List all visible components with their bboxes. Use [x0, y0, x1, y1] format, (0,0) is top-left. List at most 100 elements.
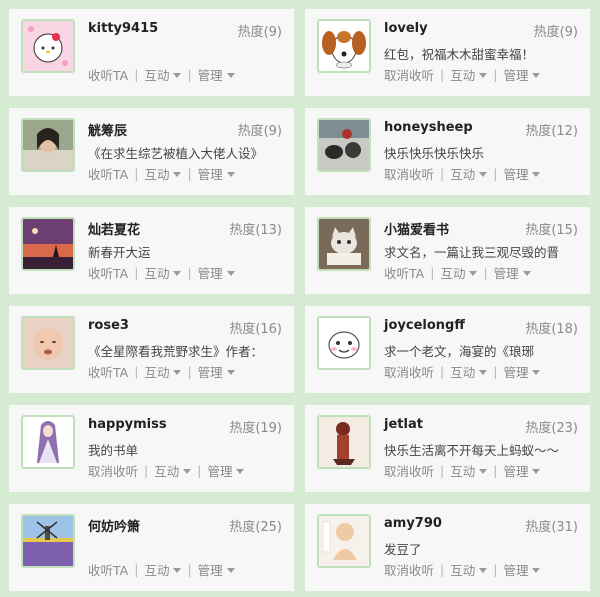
interact-dropdown[interactable]: 互动 [450, 461, 488, 480]
chevron-down-icon [532, 172, 541, 177]
manage-dropdown[interactable]: 管理 [198, 164, 235, 183]
interact-label: 互动 [450, 563, 476, 578]
username-link[interactable]: 小猫爱看书 [384, 219, 449, 238]
interact-label: 互动 [144, 167, 170, 182]
interact-dropdown[interactable]: 互动 [450, 362, 488, 381]
interact-dropdown[interactable]: 互动 [144, 65, 182, 84]
username-link[interactable]: kitty9415 [88, 21, 158, 36]
chevron-down-icon [532, 370, 541, 375]
follow-button[interactable]: 收听TA [88, 65, 128, 84]
user-card: jetlat 热度(23) 快乐生活离不开每天上蚂蚁～～ 取消收听 | 互动 |… [305, 405, 590, 492]
username-link[interactable]: amy790 [384, 516, 442, 531]
follow-button[interactable]: 收听TA [88, 263, 128, 282]
username-link[interactable]: rose3 [88, 318, 129, 333]
dog-photo-avatar [319, 120, 369, 170]
interact-dropdown[interactable]: 互动 [144, 263, 182, 282]
manage-dropdown[interactable]: 管理 [207, 461, 245, 480]
separator: | [493, 67, 498, 82]
interact-dropdown[interactable]: 互动 [154, 461, 192, 480]
username-link[interactable]: joycelongff [384, 318, 465, 333]
avatar[interactable] [21, 415, 75, 469]
signature-text: 新春开大运 [88, 245, 151, 260]
separator: | [493, 364, 498, 379]
manage-label: 管理 [197, 365, 223, 380]
interact-dropdown[interactable]: 互动 [440, 263, 478, 282]
avatar[interactable] [317, 415, 371, 469]
username-link[interactable]: honeysheep [384, 120, 473, 135]
follow-button[interactable]: 收听TA [88, 164, 128, 183]
username-link[interactable]: 觥筹辰 [88, 120, 127, 139]
avatar[interactable] [21, 514, 75, 568]
chevron-down-icon [183, 469, 192, 474]
avatar[interactable] [317, 19, 371, 73]
manage-dropdown[interactable]: 管理 [503, 560, 541, 579]
chevron-down-icon [173, 73, 182, 78]
interact-dropdown[interactable]: 互动 [144, 560, 182, 579]
interact-dropdown[interactable]: 互动 [450, 560, 488, 579]
interact-dropdown[interactable]: 互动 [144, 362, 182, 381]
username-link[interactable]: 灿若夏花 [88, 219, 140, 238]
manage-label: 管理 [197, 563, 223, 578]
follow-button[interactable]: 取消收听 [384, 65, 434, 84]
user-card: amy790 热度(31) 发豆了 取消收听 | 互动 | 管理 [305, 504, 590, 591]
follow-button[interactable]: 取消收听 [384, 362, 434, 381]
avatar[interactable] [317, 316, 371, 370]
action-bar: 取消收听 | 互动 | 管理 [384, 164, 541, 183]
manage-dropdown[interactable]: 管理 [198, 65, 235, 84]
user-card: happymiss 热度(19) 我的书单 取消收听 | 互动 | 管理 [9, 405, 294, 492]
avatar[interactable] [317, 118, 371, 172]
chevron-down-icon [173, 568, 182, 573]
chevron-down-icon [532, 73, 541, 78]
signature-text: 求文名，一篇让我三观尽毁的晋 [384, 245, 560, 260]
interact-dropdown[interactable]: 互动 [144, 164, 182, 183]
follow-button[interactable]: 收听TA [88, 362, 128, 381]
user-card: 灿若夏花 热度(13) 新春开大运 收听TA | 互动 | 管理 [9, 207, 294, 294]
action-bar: 收听TA | 互动 | 管理 [88, 65, 235, 84]
signature-text: 发豆了 [384, 542, 422, 557]
follow-button[interactable]: 取消收听 [384, 164, 434, 183]
follow-button[interactable]: 收听TA [88, 560, 128, 579]
separator: | [144, 463, 149, 478]
chevron-down-icon [532, 469, 541, 474]
action-bar: 取消收听 | 互动 | 管理 [88, 461, 245, 480]
heat-count: 热度(13) [229, 223, 282, 238]
interact-dropdown[interactable]: 互动 [450, 65, 488, 84]
chevron-down-icon [226, 73, 235, 78]
follow-button[interactable]: 取消收听 [384, 560, 434, 579]
interact-label: 互动 [144, 266, 170, 281]
manage-dropdown[interactable]: 管理 [503, 362, 541, 381]
username-link[interactable]: lovely [384, 21, 428, 36]
illustration-avatar [319, 417, 369, 467]
avatar[interactable] [317, 217, 371, 271]
interact-label: 互动 [450, 167, 476, 182]
separator: | [493, 463, 498, 478]
user-card-grid: kitty9415 热度(9) 收听TA | 互动 | 管理 lovely 热度… [9, 9, 590, 591]
follow-button[interactable]: 收听TA [384, 263, 424, 282]
separator: | [187, 67, 192, 82]
action-bar: 收听TA | 互动 | 管理 [88, 263, 235, 282]
username-link[interactable]: jetlat [384, 417, 423, 432]
avatar[interactable] [21, 19, 75, 73]
username-link[interactable]: 何妨吟箫 [88, 516, 140, 535]
manage-dropdown[interactable]: 管理 [494, 263, 531, 282]
user-card: joycelongff 热度(18) 求一个老文，海宴的《琅琊 取消收听 | 互… [305, 306, 590, 393]
follow-button[interactable]: 取消收听 [88, 461, 138, 480]
avatar[interactable] [317, 514, 371, 568]
manage-dropdown[interactable]: 管理 [503, 164, 541, 183]
separator: | [493, 166, 498, 181]
manage-dropdown[interactable]: 管理 [198, 560, 235, 579]
manage-dropdown[interactable]: 管理 [198, 263, 235, 282]
separator: | [430, 265, 435, 280]
separator: | [440, 166, 445, 181]
follow-button[interactable]: 取消收听 [384, 461, 434, 480]
chevron-down-icon [532, 568, 541, 573]
chevron-down-icon [479, 172, 488, 177]
avatar[interactable] [21, 217, 75, 271]
avatar[interactable] [21, 118, 75, 172]
interact-dropdown[interactable]: 互动 [450, 164, 488, 183]
manage-dropdown[interactable]: 管理 [198, 362, 235, 381]
manage-dropdown[interactable]: 管理 [503, 461, 541, 480]
avatar[interactable] [21, 316, 75, 370]
manage-dropdown[interactable]: 管理 [503, 65, 541, 84]
username-link[interactable]: happymiss [88, 417, 167, 432]
